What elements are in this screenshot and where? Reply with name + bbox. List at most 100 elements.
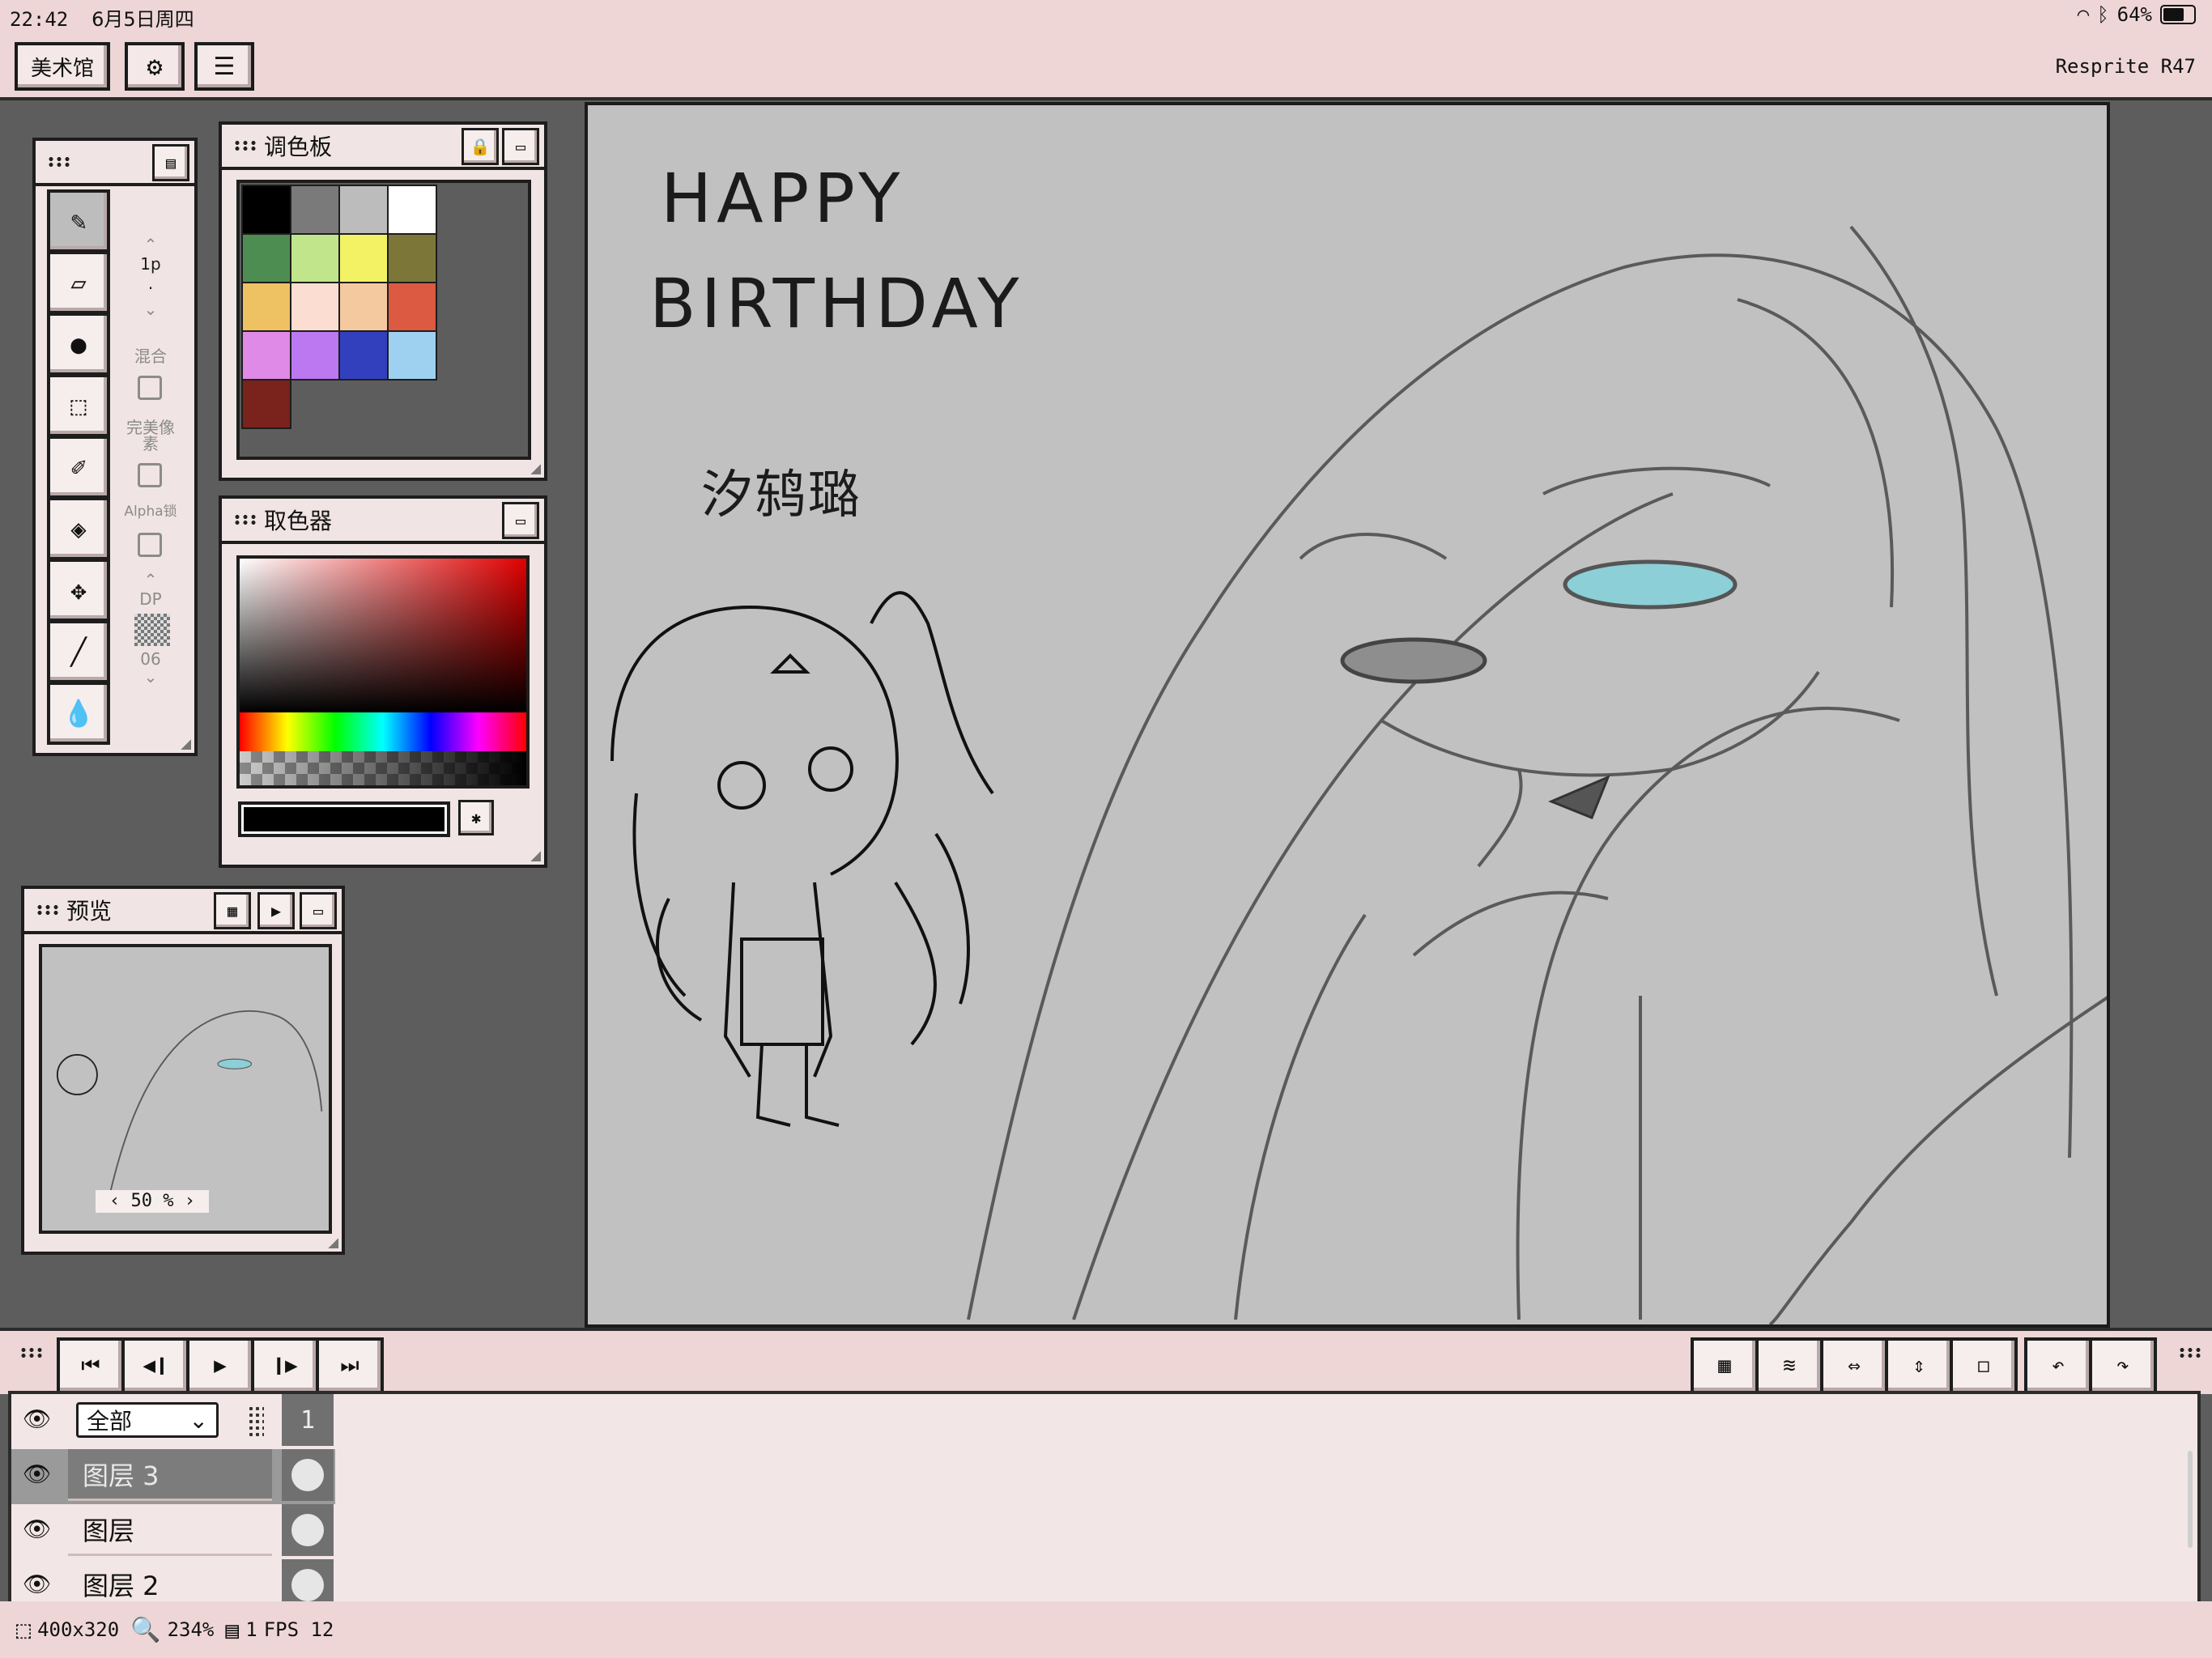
layers-scrollbar[interactable]	[2188, 1451, 2193, 1548]
layers-button[interactable]: ≋	[1755, 1337, 1823, 1394]
palette-swatch-14[interactable]	[338, 330, 389, 380]
play-button[interactable]: ▶	[186, 1337, 254, 1394]
zoom-out-icon[interactable]: ‹	[109, 1191, 120, 1211]
layer-name-1[interactable]: 图层	[68, 1504, 272, 1556]
current-color-swatch[interactable]	[238, 801, 450, 837]
undo-button[interactable]: ↶	[2024, 1337, 2092, 1394]
tools-panel-header[interactable]: ▤	[36, 141, 194, 186]
zoom-icon[interactable]: 🔍	[130, 1616, 160, 1644]
drag-grip-icon[interactable]	[248, 1405, 264, 1436]
film-icon[interactable]: ▤	[225, 1617, 239, 1643]
palette-swatch-6[interactable]	[338, 233, 389, 283]
layer-name-0[interactable]: 图层 3	[68, 1449, 272, 1501]
palette-swatch-15[interactable]	[387, 330, 437, 380]
drag-grip-icon[interactable]	[2178, 1347, 2202, 1358]
drag-grip-icon[interactable]	[233, 140, 257, 151]
palette-swatch-4[interactable]	[241, 233, 291, 283]
redo-button[interactable]: ↷	[2089, 1337, 2157, 1394]
last-frame-button[interactable]: ⏭	[316, 1337, 384, 1394]
layer-row-2[interactable]: 👁 图层 2	[11, 1559, 335, 1601]
palette-swatch-11[interactable]	[387, 282, 437, 332]
palette-swatch-10[interactable]	[338, 282, 389, 332]
palette-swatch-1[interactable]	[290, 185, 340, 235]
dp-up-icon[interactable]: ⌃	[126, 572, 175, 588]
eraser-tool[interactable]: ▱	[47, 251, 110, 314]
palette-swatch-13[interactable]	[290, 330, 340, 380]
grid-icon[interactable]: ▦	[214, 892, 251, 929]
palette-swatch-5[interactable]	[290, 233, 340, 283]
perfect-pixel-checkbox[interactable]	[138, 463, 162, 487]
palette-swatch-0[interactable]	[241, 185, 291, 235]
size-up-icon[interactable]: ⌃	[126, 236, 175, 253]
dither-pattern[interactable]	[134, 614, 170, 646]
preview-zoom[interactable]: ‹ 50 % ›	[96, 1190, 209, 1213]
picker-panel-header[interactable]: 取色器 ▭	[222, 499, 544, 544]
layer-filter-select[interactable]: 全部 ⌄	[76, 1402, 219, 1438]
drag-grip-icon[interactable]	[233, 514, 257, 525]
dp-down-icon[interactable]: ⌄	[126, 669, 175, 685]
gallery-button[interactable]: 美术馆	[15, 42, 110, 91]
crop-button[interactable]: ◻	[1950, 1337, 2018, 1394]
palette-grid[interactable]	[236, 180, 531, 460]
mirror-v-button[interactable]: ⇕	[1885, 1337, 1953, 1394]
palette-swatch-3[interactable]	[387, 185, 437, 235]
gear-icon[interactable]: ⚙	[125, 42, 185, 91]
preview-panel-header[interactable]: 预览 ▦ ▶ ▭	[24, 889, 342, 934]
hue-slider[interactable]	[236, 712, 530, 755]
eye-icon[interactable]: 👁	[23, 1463, 53, 1486]
palette-panel-header[interactable]: 调色板 🔒 ▭	[222, 125, 544, 170]
resize-handle[interactable]	[530, 850, 541, 861]
eye-icon[interactable]: 👁	[23, 1573, 53, 1596]
palette-swatch-9[interactable]	[290, 282, 340, 332]
alpha-slider[interactable]	[236, 751, 530, 789]
canvas-size-icon[interactable]: ⬚	[16, 1616, 31, 1644]
layer-cel-2[interactable]	[282, 1559, 334, 1601]
collapse-icon[interactable]: ▭	[300, 892, 337, 929]
zoom-in-icon[interactable]: ›	[185, 1191, 195, 1211]
prev-frame-button[interactable]: ◀❙	[121, 1337, 189, 1394]
resize-handle[interactable]	[530, 463, 541, 474]
collapse-icon[interactable]: ▭	[502, 128, 539, 165]
palette-swatch-2[interactable]	[338, 185, 389, 235]
eyedropper-tool[interactable]: ✐	[47, 436, 110, 499]
drag-grip-icon[interactable]	[36, 904, 60, 916]
resize-handle[interactable]	[180, 738, 191, 750]
layer-cel-0[interactable]	[282, 1449, 334, 1501]
select-tool[interactable]: ⬚	[47, 374, 110, 437]
collapse-icon[interactable]: ▭	[502, 502, 539, 539]
panel-layout-icon[interactable]: ▤	[152, 144, 189, 181]
line-tool[interactable]: ╱	[47, 620, 110, 683]
next-frame-button[interactable]: ❙▶	[251, 1337, 319, 1394]
grid-button[interactable]: ▦	[1691, 1337, 1759, 1394]
palette-swatch-12[interactable]	[241, 330, 291, 380]
move-tool[interactable]: ✥	[47, 559, 110, 622]
palette-swatch-8[interactable]	[241, 282, 291, 332]
frame-number[interactable]: 1	[282, 1394, 334, 1446]
alpha-lock-checkbox[interactable]	[138, 533, 162, 557]
size-down-icon[interactable]: ⌄	[126, 301, 175, 317]
layer-row-0[interactable]: 👁 图层 3	[11, 1449, 335, 1504]
eye-icon[interactable]: 👁	[23, 1518, 53, 1541]
resize-handle[interactable]	[327, 1237, 338, 1248]
drag-grip-icon[interactable]	[47, 156, 71, 168]
layer-cel-1[interactable]	[282, 1504, 334, 1556]
eye-icon[interactable]: 👁	[23, 1408, 53, 1431]
lock-icon[interactable]: 🔒	[462, 128, 499, 165]
pencil-tool[interactable]: ✎	[47, 189, 110, 253]
preview-thumbnail[interactable]: ‹ 50 % ›	[39, 944, 332, 1234]
asterisk-icon[interactable]: ✱	[458, 800, 494, 835]
sliders-icon[interactable]: ☰	[194, 42, 254, 91]
palette-swatch-7[interactable]	[387, 233, 437, 283]
saturation-value-area[interactable]	[236, 555, 530, 716]
drag-grip-icon[interactable]	[19, 1347, 44, 1358]
palette-swatch-16[interactable]	[241, 379, 291, 429]
mirror-h-button[interactable]: ⇔	[1820, 1337, 1888, 1394]
layer-row-1[interactable]: 👁 图层	[11, 1504, 335, 1559]
drawing-canvas[interactable]: HAPPY BIRTHDAY 汐鸫璐	[585, 102, 2110, 1328]
layer-name-2[interactable]: 图层 2	[68, 1559, 272, 1601]
shade-tool[interactable]: ●	[47, 312, 110, 376]
blend-checkbox[interactable]	[138, 376, 162, 400]
first-frame-button[interactable]: ⏮	[57, 1337, 125, 1394]
smudge-tool[interactable]: 💧	[47, 682, 110, 745]
play-icon[interactable]: ▶	[257, 892, 295, 929]
